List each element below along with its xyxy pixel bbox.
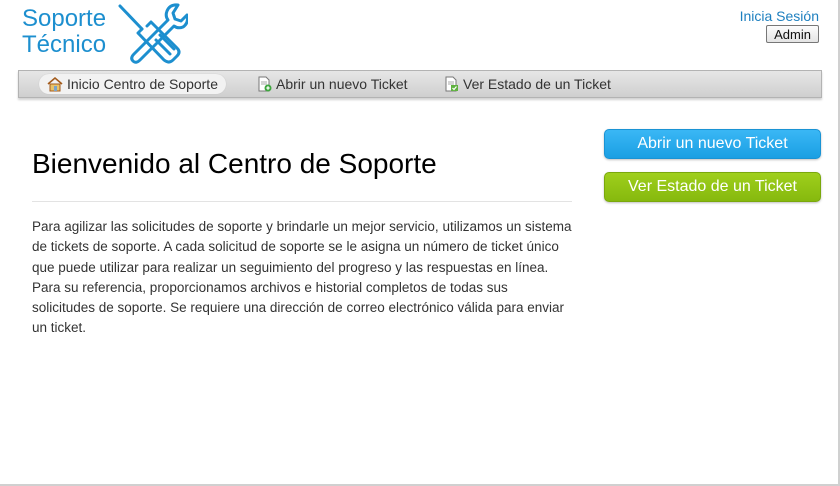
intro-paragraph: Para agilizar las solicitudes de soporte… xyxy=(32,219,572,336)
home-icon xyxy=(47,76,63,92)
nav-item-new-ticket[interactable]: Abrir un nuevo Ticket xyxy=(248,74,416,94)
nav-item-label: Abrir un nuevo Ticket xyxy=(276,76,408,92)
admin-button[interactable]: Admin xyxy=(766,25,819,43)
nav-item-home[interactable]: Inicio Centro de Soporte xyxy=(39,74,226,94)
nav-item-label: Inicio Centro de Soporte xyxy=(67,76,218,92)
check-status-button[interactable]: Ver Estado de un Ticket xyxy=(604,172,821,202)
new-ticket-icon xyxy=(258,76,272,92)
nav-item-label: Ver Estado de un Ticket xyxy=(463,76,611,92)
nav-bar: Inicio Centro de Soporte Abrir un nuevo … xyxy=(18,70,822,98)
ticket-status-icon xyxy=(445,76,458,92)
logo-line2: Técnico xyxy=(22,31,107,58)
logo-line1: Soporte xyxy=(22,5,107,32)
logo[interactable]: Soporte Técnico xyxy=(20,2,190,66)
open-ticket-button[interactable]: Abrir un nuevo Ticket xyxy=(604,129,821,159)
wrench-screwdriver-icon xyxy=(118,3,188,64)
nav-item-ticket-status[interactable]: Ver Estado de un Ticket xyxy=(435,74,619,94)
page-title: Bienvenido al Centro de Soporte xyxy=(32,148,437,179)
signin-link[interactable]: Inicia Sesión xyxy=(740,8,819,24)
logo-text: Soporte Técnico xyxy=(22,6,106,58)
title-divider xyxy=(32,201,572,202)
